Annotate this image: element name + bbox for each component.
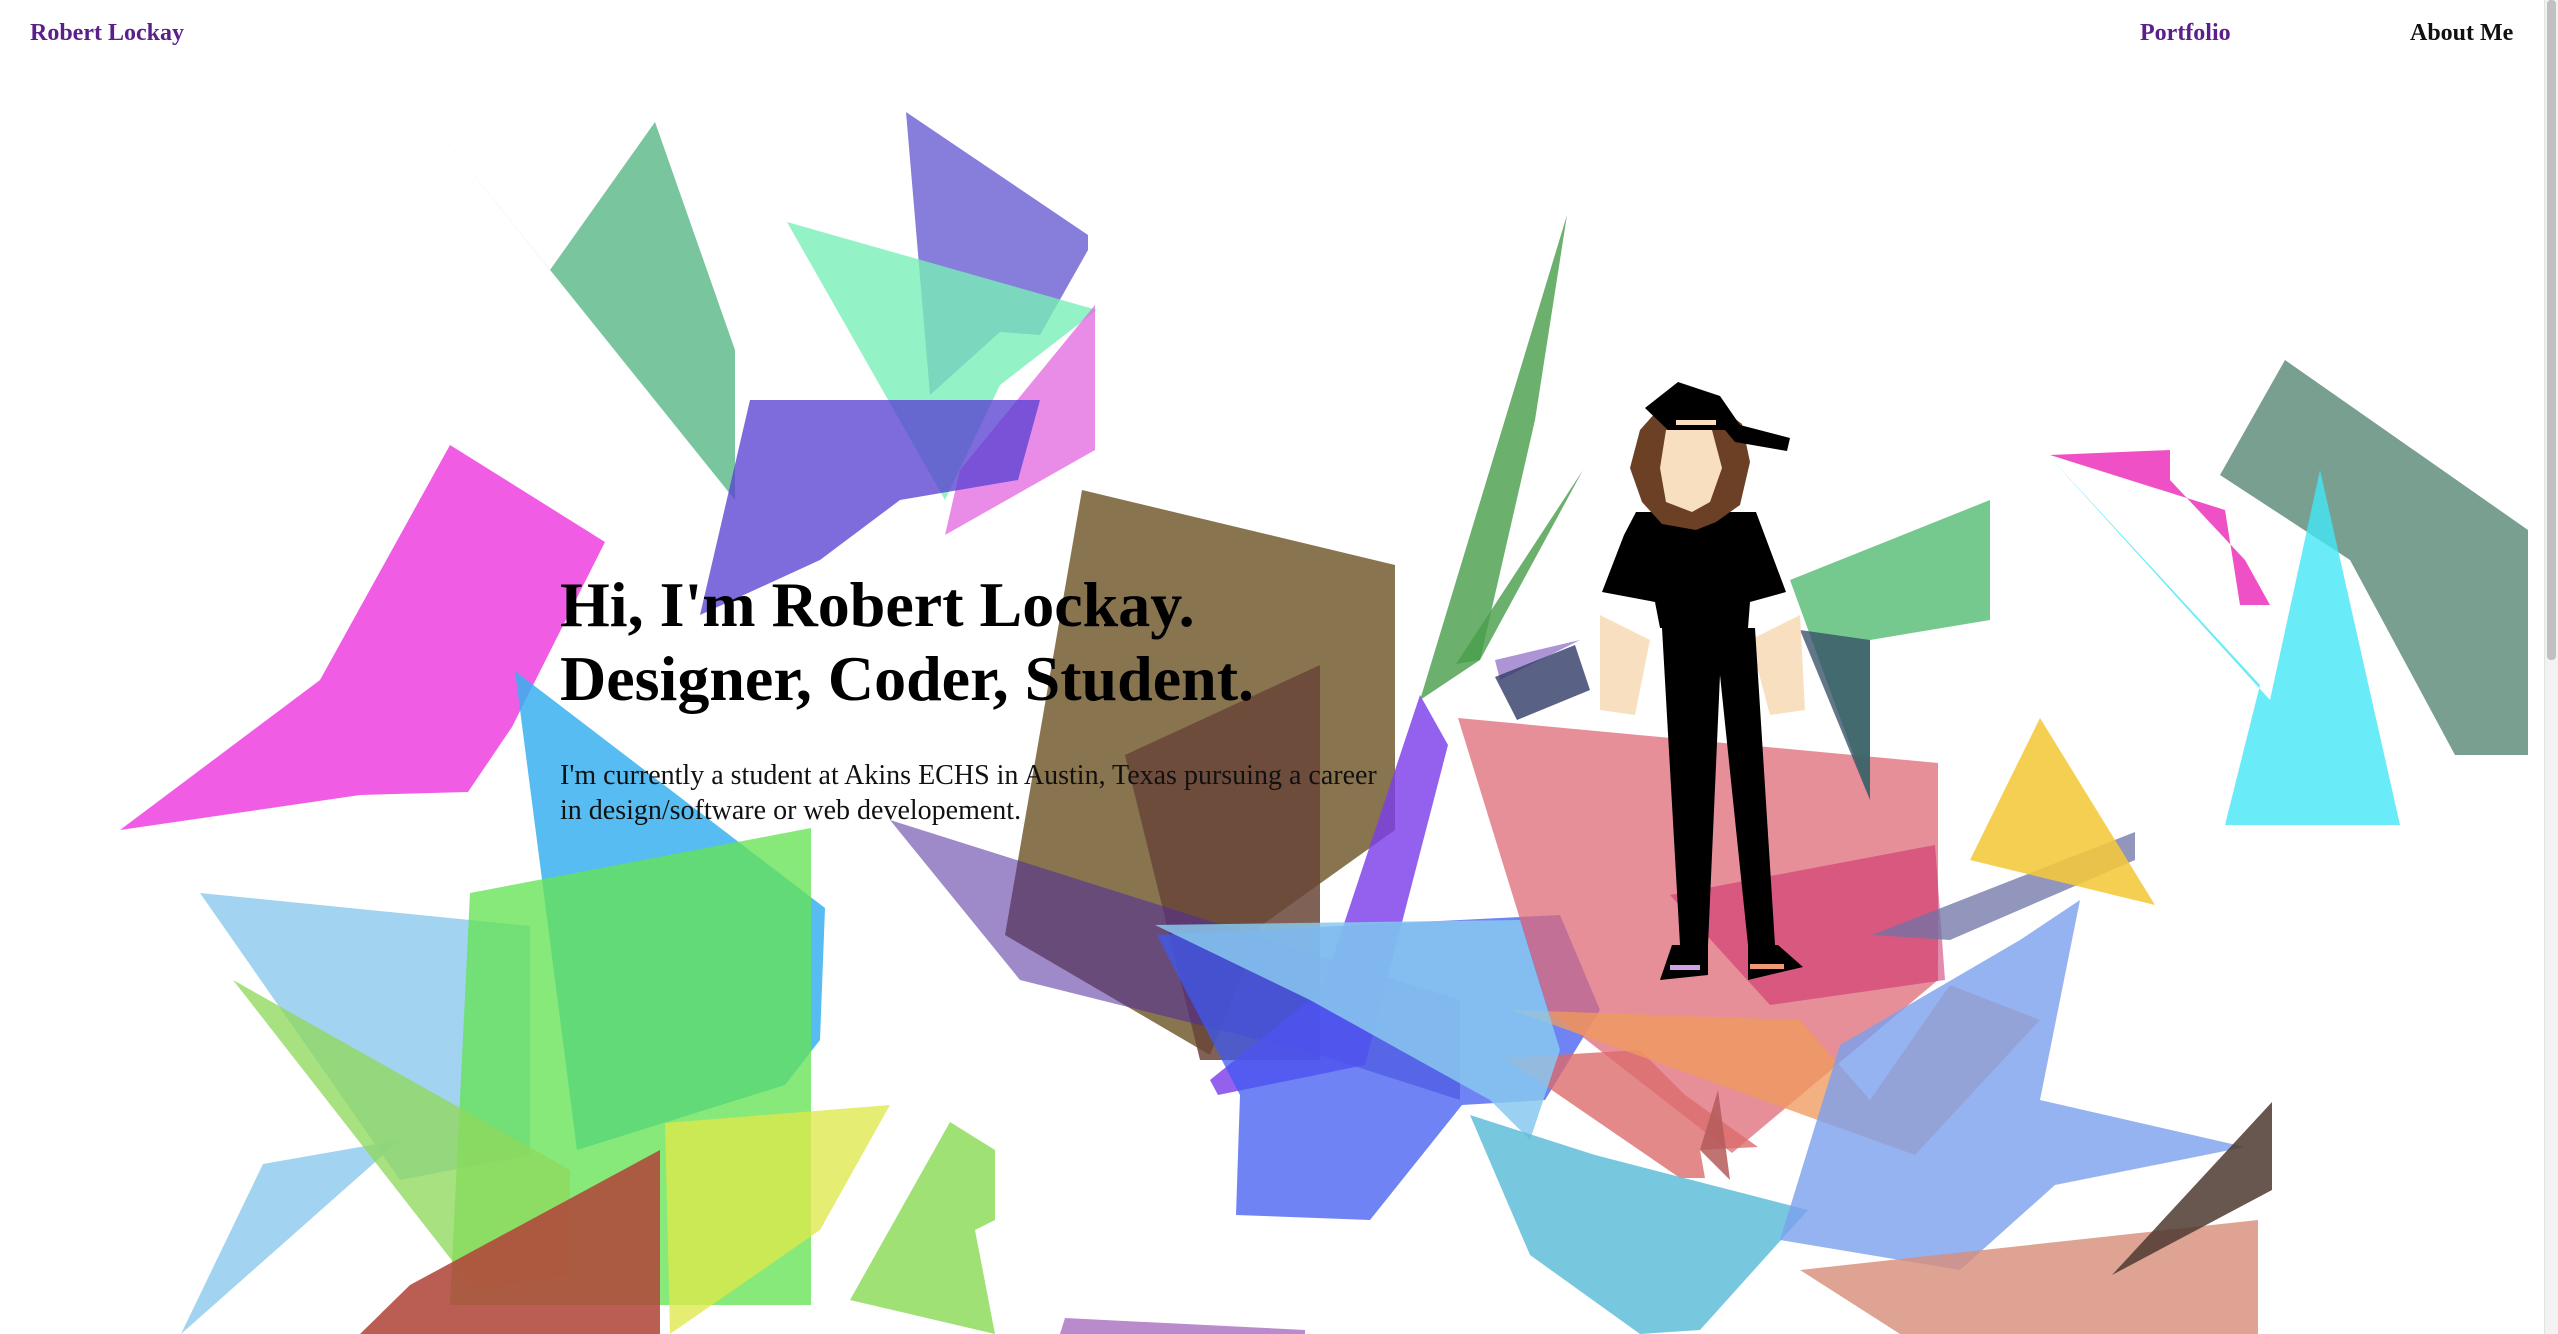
page: Robert Lockay Portfolio About Me Hi, I'm…	[0, 0, 2558, 1334]
right-shoe	[1748, 945, 1803, 980]
green-polygon	[428, 118, 735, 500]
yellow-triangle	[1970, 718, 2155, 905]
nav-about-me-link[interactable]: About Me	[2410, 19, 2513, 47]
grey-green-polygon	[2220, 360, 2528, 755]
nav-portfolio-link[interactable]: Portfolio	[2140, 19, 2231, 47]
cap-strap	[1676, 420, 1716, 425]
hero-description: I'm currently a student at Akins ECHS in…	[560, 760, 1377, 826]
left-shoe-stripe	[1670, 965, 1700, 970]
sky-triangle	[181, 1140, 400, 1334]
lime-blade	[850, 1122, 995, 1334]
top-navigation: Robert Lockay Portfolio About Me	[0, 0, 2545, 70]
scrollbar-thumb[interactable]	[2547, 0, 2556, 660]
hero-line-1: Hi, I'm Robert Lockay.	[560, 569, 1195, 640]
vertical-scrollbar[interactable]	[2544, 0, 2558, 1334]
hero-line-2: Designer, Coder, Student.	[560, 643, 1254, 714]
right-shoe-stripe	[1750, 964, 1784, 969]
left-arm	[1600, 615, 1650, 715]
hero-headline: Hi, I'm Robert Lockay. Designer, Coder, …	[560, 568, 1380, 716]
character-illustration	[1600, 382, 1805, 980]
brand-logo-link[interactable]: Robert Lockay	[30, 19, 184, 47]
left-shoe	[1660, 945, 1708, 980]
hero-section: Hi, I'm Robert Lockay. Designer, Coder, …	[560, 568, 1380, 828]
purple-bottom	[1060, 1318, 1305, 1334]
pants	[1662, 628, 1775, 945]
